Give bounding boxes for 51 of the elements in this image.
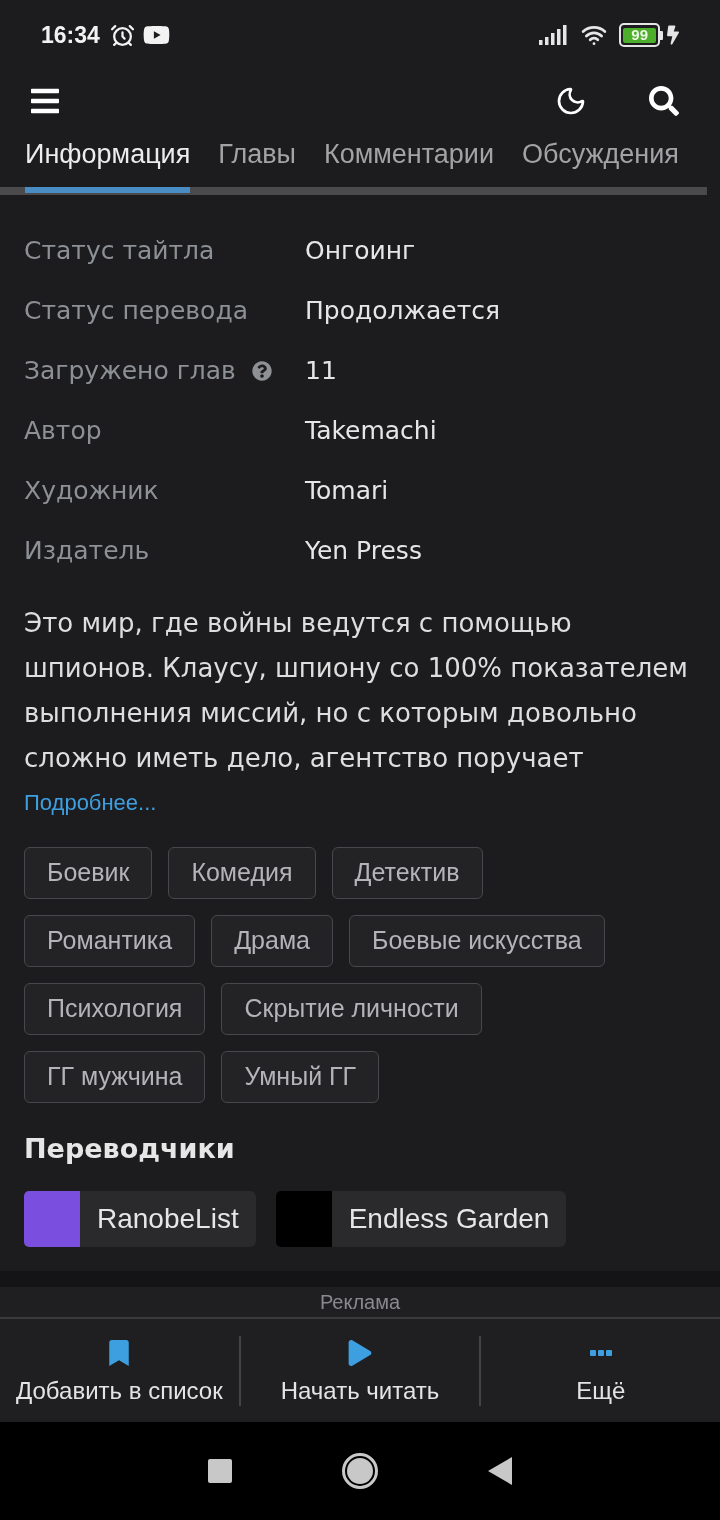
moon-icon[interactable] — [555, 85, 587, 117]
genre-tag[interactable]: ГГ мужчина — [24, 1051, 206, 1103]
genre-tag[interactable]: Драма — [211, 915, 334, 967]
tab[interactable]: Информация — [25, 134, 191, 193]
charging-bolt-icon — [667, 25, 679, 45]
translator-chip[interactable]: Endless Garden — [275, 1191, 567, 1247]
search-icon[interactable] — [649, 86, 679, 116]
action-button[interactable]: Начать читать — [240, 1319, 480, 1422]
info-label: Автор — [24, 415, 102, 448]
info-value: Yen Press — [305, 535, 422, 568]
bookmark-icon — [108, 1339, 131, 1366]
translator-chip[interactable]: RanobeList — [24, 1191, 256, 1247]
read-more-link[interactable]: Подробнее... — [24, 790, 157, 815]
action-button[interactable]: Ещё — [481, 1319, 720, 1422]
alarm-clock-icon — [109, 22, 135, 48]
translator-name: Endless Garden — [348, 1202, 550, 1236]
tab[interactable]: Комментарии — [323, 134, 494, 193]
play-icon — [348, 1339, 372, 1366]
genre-tag[interactable]: Боевые искусства — [349, 915, 605, 967]
status-time: 16:34 — [41, 20, 100, 50]
battery-percentage: 99 — [623, 27, 656, 43]
help-icon[interactable] — [251, 361, 272, 381]
genre-tag[interactable]: Комедия — [168, 847, 316, 899]
info-label: Статус перевода — [24, 295, 248, 328]
genre-tag[interactable]: Романтика — [24, 915, 196, 967]
info-label: Статус тайтла — [24, 235, 215, 268]
back-triangle-icon[interactable] — [488, 1457, 512, 1485]
home-button[interactable] — [342, 1453, 378, 1489]
genre-tag[interactable]: Психология — [24, 983, 206, 1035]
tab[interactable]: Главы — [218, 134, 296, 193]
genre-tag[interactable]: Скрытие личности — [221, 983, 482, 1035]
info-value: Продолжается — [305, 295, 501, 328]
info-label: Художник — [24, 475, 159, 508]
translator-name: RanobeList — [97, 1202, 239, 1236]
signal-icon — [539, 25, 568, 45]
info-value: 11 — [305, 355, 337, 388]
genre-tag[interactable]: Умный ГГ — [221, 1051, 380, 1103]
genre-tag[interactable]: Боевик — [24, 847, 153, 899]
tab[interactable]: Обсуждения — [522, 134, 679, 193]
genre-tag[interactable]: Детектив — [331, 847, 483, 899]
description-text: Это мир, где войны ведутся с помощью шпионов. Клаусу, шпиону со 100% показателем выполнения миссий, но с которым довольно сложно иметь дело, агентство поручает — [24, 607, 689, 775]
ad-label: Реклама — [319, 1290, 401, 1315]
more-dots-icon — [589, 1349, 612, 1356]
video-play-icon — [142, 23, 170, 47]
translators-heading: Переводчики — [24, 1132, 236, 1166]
info-value: Онгоинг — [305, 235, 416, 268]
info-label: Загружено глав — [24, 355, 236, 388]
action-button[interactable]: Добавить в список — [0, 1319, 239, 1422]
info-label: Издатель — [24, 535, 150, 568]
info-value: Tomari — [305, 475, 389, 508]
info-value: Takemachi — [305, 415, 437, 448]
